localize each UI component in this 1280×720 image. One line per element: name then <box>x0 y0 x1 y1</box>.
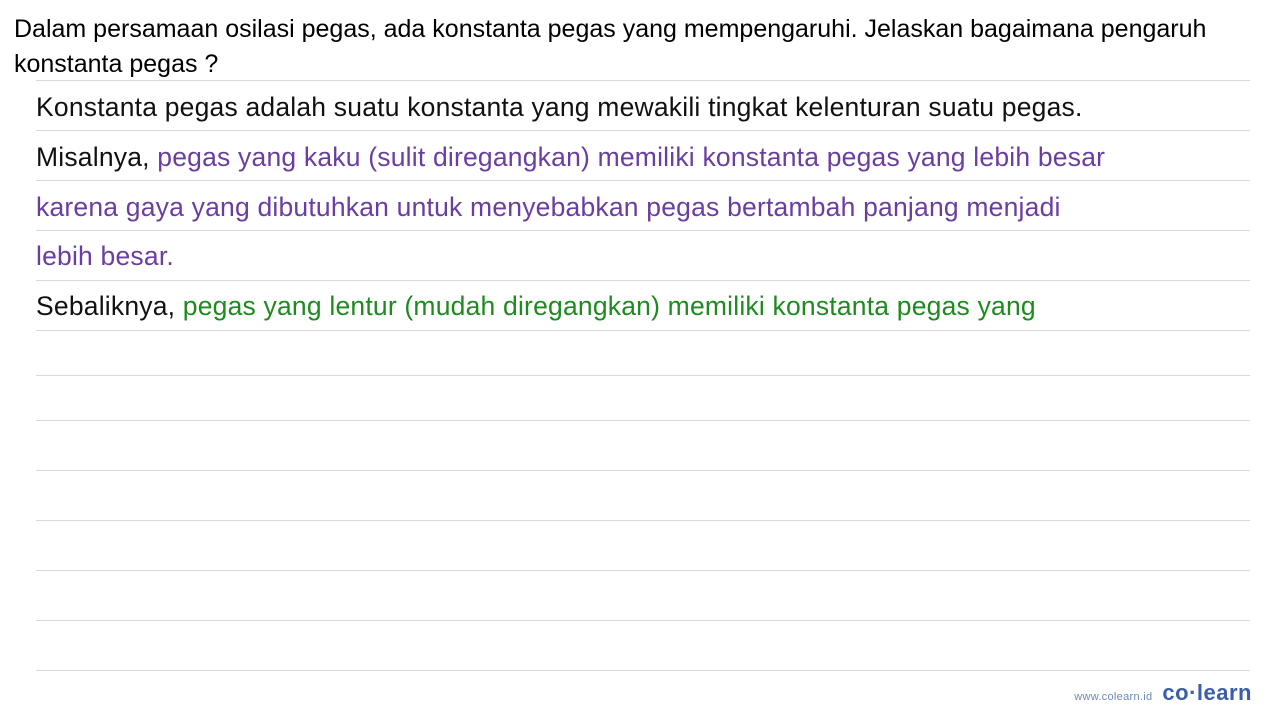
answer-text: karena gaya yang dibutuhkan untuk menyeb… <box>36 192 1061 222</box>
answer-text: Konstanta pegas adalah suatu konstanta y… <box>36 92 1083 122</box>
logo-learn: learn <box>1197 680 1252 705</box>
ruled-line <box>36 280 1250 281</box>
ruled-line <box>36 670 1250 671</box>
answer-text: pegas yang kaku (sulit diregangkan) memi… <box>157 142 1105 172</box>
ruled-line <box>36 520 1250 521</box>
answer-line-5: Sebaliknya, pegas yang lentur (mudah dir… <box>36 291 1258 322</box>
answer-line-2: Misalnya, pegas yang kaku (sulit diregan… <box>36 142 1258 173</box>
logo-co: co <box>1162 680 1189 705</box>
ruled-line <box>36 470 1250 471</box>
question-text: Dalam persamaan osilasi pegas, ada konst… <box>0 0 1280 88</box>
answer-line-4: lebih besar. <box>36 241 1258 272</box>
answer-text: Misalnya, <box>36 142 157 172</box>
branding: www.colearn.id co·learn <box>1074 680 1252 706</box>
answer-text: pegas yang lentur (mudah diregangkan) me… <box>183 291 1036 321</box>
ruled-line <box>36 375 1250 376</box>
ruled-line <box>36 420 1250 421</box>
answer-line-3: karena gaya yang dibutuhkan untuk menyeb… <box>36 192 1258 223</box>
logo-dot: · <box>1189 680 1197 705</box>
answer-area: Konstanta pegas adalah suatu konstanta y… <box>36 80 1250 680</box>
ruled-line <box>36 620 1250 621</box>
ruled-line <box>36 80 1250 81</box>
answer-text: lebih besar. <box>36 241 174 271</box>
ruled-line <box>36 130 1250 131</box>
ruled-line <box>36 330 1250 331</box>
ruled-line <box>36 180 1250 181</box>
branding-logo: co·learn <box>1162 680 1252 706</box>
answer-line-1: Konstanta pegas adalah suatu konstanta y… <box>36 92 1258 123</box>
page: Dalam persamaan osilasi pegas, ada konst… <box>0 0 1280 720</box>
ruled-line <box>36 570 1250 571</box>
branding-url: www.colearn.id <box>1074 691 1152 703</box>
answer-text: Sebaliknya, <box>36 291 183 321</box>
ruled-line <box>36 230 1250 231</box>
